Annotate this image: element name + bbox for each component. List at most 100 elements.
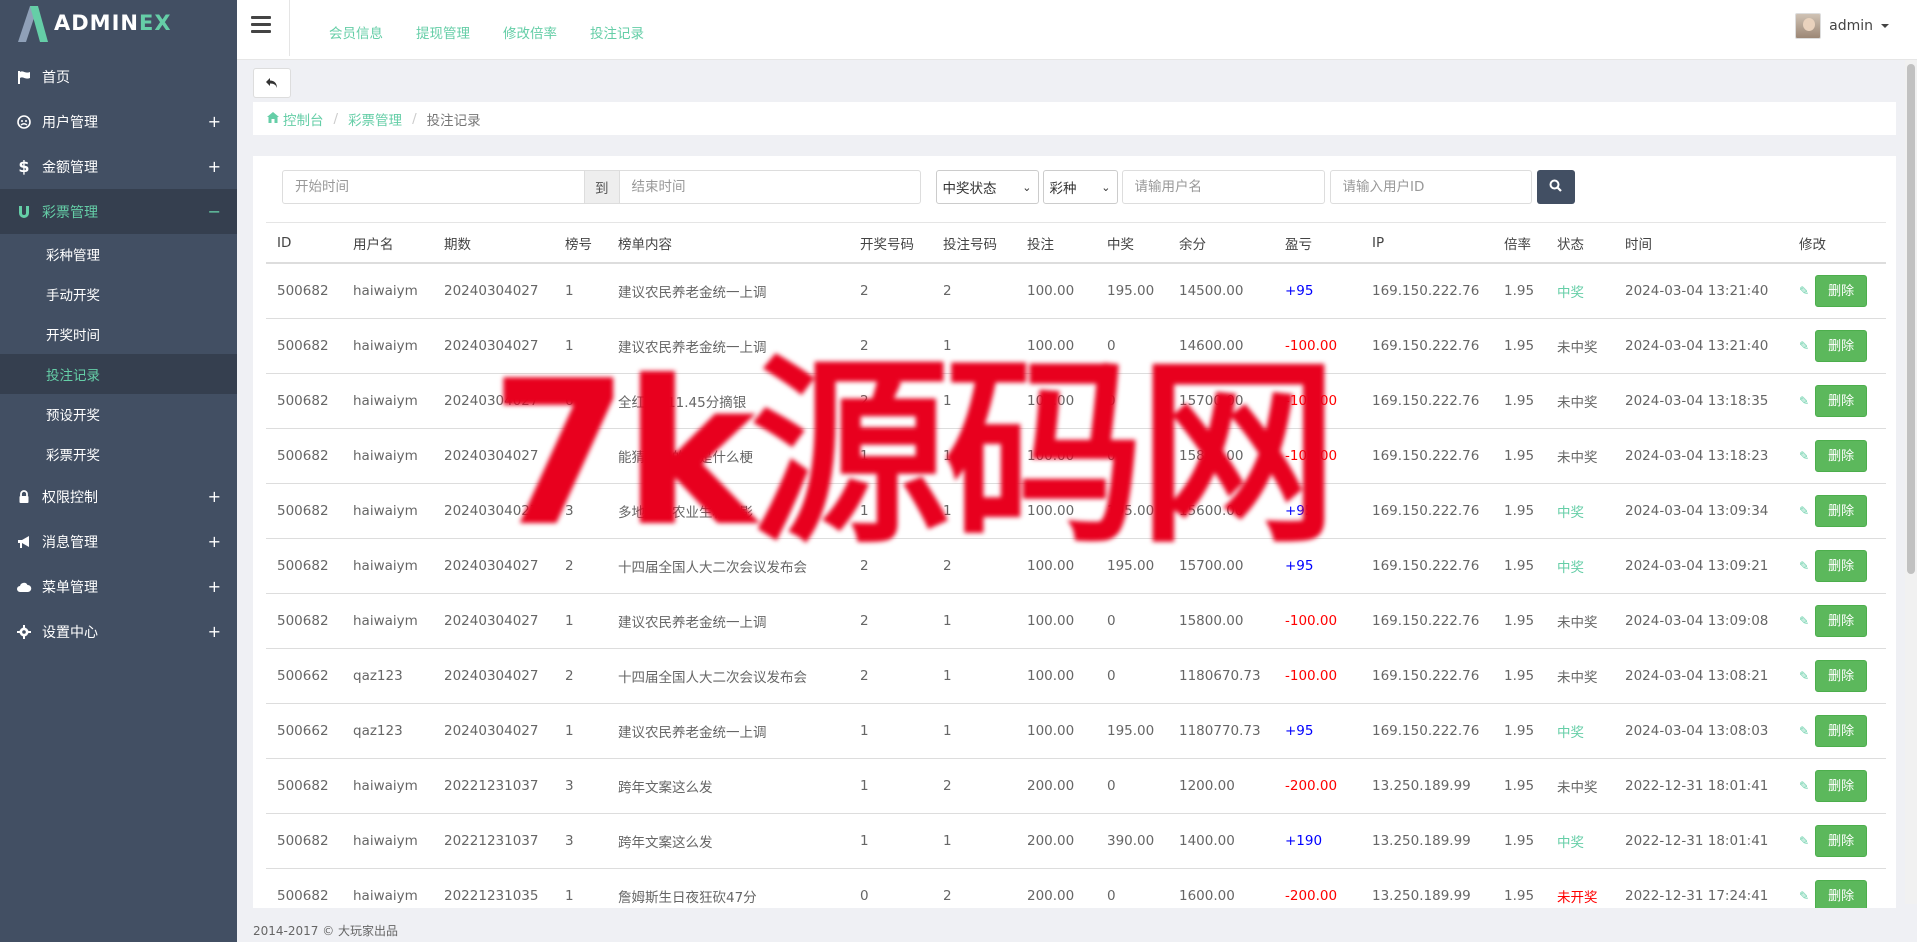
actions-cell: ✎ 删除 bbox=[1788, 428, 1886, 484]
user-menu[interactable]: admin bbox=[1795, 13, 1889, 39]
breadcrumb-parent[interactable]: 彩票管理 bbox=[348, 109, 402, 129]
sidebar-item-messages[interactable]: 消息管理 + bbox=[0, 519, 237, 564]
edit-icon[interactable]: ✎ bbox=[1799, 504, 1809, 518]
table-cell: 中奖 bbox=[1546, 263, 1614, 319]
table-cell: 1 bbox=[554, 868, 607, 908]
edit-icon[interactable]: ✎ bbox=[1799, 394, 1809, 408]
edit-icon[interactable]: ✎ bbox=[1799, 614, 1809, 628]
table-cell: 建议农民养老金统一上调 bbox=[607, 593, 849, 649]
column-header: 投注号码 bbox=[932, 223, 1016, 264]
user-name: admin bbox=[1829, 18, 1873, 34]
table-cell: 2 bbox=[849, 593, 932, 649]
table-row: 500682 haiwaiym 20240304027 3 多地出现农业生积极影 1 1 10… bbox=[266, 483, 1886, 539]
table-cell: qaz123 bbox=[342, 703, 433, 759]
sidebar-item-label: 菜单管理 bbox=[42, 579, 98, 596]
sidebar-subitem-draw-time[interactable]: 开奖时间 bbox=[0, 314, 237, 354]
logo[interactable]: ADMINEX bbox=[0, 0, 237, 46]
sidebar-subitem-lottery-types[interactable]: 彩种管理 bbox=[0, 234, 237, 274]
username-input[interactable] bbox=[1121, 170, 1325, 204]
edit-icon[interactable]: ✎ bbox=[1799, 284, 1809, 298]
edit-icon[interactable]: ✎ bbox=[1799, 669, 1809, 683]
win-status-select[interactable]: 中奖状态 ⌄ bbox=[935, 170, 1039, 204]
sidebar-item-permissions[interactable]: 权限控制 + bbox=[0, 474, 237, 519]
delete-button[interactable]: 删除 bbox=[1815, 494, 1868, 527]
footer: 2014-2017 © 大玩家出品 bbox=[253, 924, 399, 938]
table-cell: 跨年文案这么发 bbox=[607, 813, 849, 869]
sidebar-item-finance[interactable]: $ 金额管理 + bbox=[0, 144, 237, 189]
scrollbar-thumb[interactable] bbox=[1907, 64, 1915, 574]
sidebar-item-lottery[interactable]: 彩票管理 − bbox=[0, 189, 237, 234]
delete-button[interactable]: 删除 bbox=[1815, 384, 1868, 417]
table-cell: 0 bbox=[1096, 758, 1168, 814]
table-cell: 2 bbox=[554, 648, 607, 704]
edit-icon[interactable]: ✎ bbox=[1799, 449, 1809, 463]
delete-button[interactable]: 删除 bbox=[1815, 769, 1868, 802]
table-cell: 未中奖 bbox=[1546, 318, 1614, 374]
actions-cell: ✎ 删除 bbox=[1788, 373, 1886, 429]
table-row: 500682 haiwaiym 20221231037 3 跨年文案这么发 1 1 200.0… bbox=[266, 813, 1886, 869]
sidebar-subitem-preset-draw[interactable]: 预设开奖 bbox=[0, 394, 237, 434]
edit-icon[interactable]: ✎ bbox=[1799, 339, 1809, 353]
delete-button[interactable]: 删除 bbox=[1815, 549, 1868, 582]
table-cell: 500662 bbox=[266, 703, 342, 759]
column-header: 榜单内容 bbox=[607, 223, 849, 264]
search-button[interactable] bbox=[1536, 170, 1575, 204]
sidebar-subitem-bet-records[interactable]: 投注记录 bbox=[0, 354, 237, 394]
back-button[interactable] bbox=[253, 68, 291, 98]
topnav-withdraw[interactable]: 提现管理 bbox=[416, 22, 470, 42]
column-header: 用户名 bbox=[342, 223, 433, 264]
table-cell: 中奖 bbox=[1546, 703, 1614, 759]
breadcrumb-home[interactable]: 控制台 bbox=[283, 109, 324, 129]
edit-icon[interactable]: ✎ bbox=[1799, 559, 1809, 573]
actions-cell: ✎ 删除 bbox=[1788, 648, 1886, 704]
table-cell: haiwaiym bbox=[342, 373, 433, 429]
sidebar-item-menus[interactable]: 菜单管理 + bbox=[0, 564, 237, 609]
sidebar-item-users[interactable]: 用户管理 + bbox=[0, 99, 237, 144]
topnav-bet-records[interactable]: 投注记录 bbox=[590, 22, 644, 42]
userid-input[interactable] bbox=[1329, 170, 1532, 204]
delete-button[interactable]: 删除 bbox=[1815, 714, 1868, 747]
delete-button[interactable]: 删除 bbox=[1815, 879, 1868, 908]
table-cell: 13.250.189.99 bbox=[1361, 813, 1493, 869]
delete-button[interactable]: 删除 bbox=[1815, 274, 1868, 307]
table-cell: 500682 bbox=[266, 263, 342, 319]
edit-icon[interactable]: ✎ bbox=[1799, 779, 1809, 793]
sidebar-subitem-manual-draw[interactable]: 手动开奖 bbox=[0, 274, 237, 314]
table-cell: 中奖 bbox=[1546, 483, 1614, 539]
table-cell: 1.95 bbox=[1493, 703, 1546, 759]
hamburger-menu-icon[interactable] bbox=[251, 16, 271, 36]
delete-button[interactable]: 删除 bbox=[1815, 439, 1868, 472]
table-cell: 1.95 bbox=[1493, 483, 1546, 539]
edit-icon[interactable]: ✎ bbox=[1799, 889, 1809, 903]
sidebar-item-home[interactable]: 首页 bbox=[0, 54, 237, 99]
table-cell: 3 bbox=[554, 758, 607, 814]
edit-icon[interactable]: ✎ bbox=[1799, 724, 1809, 738]
table-cell: 1600.00 bbox=[1168, 868, 1274, 908]
logo-icon bbox=[16, 4, 50, 42]
delete-button[interactable]: 删除 bbox=[1815, 604, 1868, 637]
table-cell: 2 bbox=[849, 318, 932, 374]
table-cell: haiwaiym bbox=[342, 318, 433, 374]
table-cell: 1 bbox=[932, 373, 1016, 429]
table-cell: 中奖 bbox=[1546, 538, 1614, 594]
table-cell: 20240304027 bbox=[433, 538, 554, 594]
delete-button[interactable]: 删除 bbox=[1815, 659, 1868, 692]
table-cell: 100.00 bbox=[1016, 428, 1096, 484]
table-cell: 200.00 bbox=[1016, 868, 1096, 908]
delete-button[interactable]: 删除 bbox=[1815, 329, 1868, 362]
breadcrumb-current: 投注记录 bbox=[426, 112, 481, 129]
end-time-input[interactable] bbox=[618, 170, 921, 204]
delete-button[interactable]: 删除 bbox=[1815, 824, 1868, 857]
topnav-member-info[interactable]: 会员信息 bbox=[329, 22, 383, 42]
expand-icon: + bbox=[207, 532, 221, 551]
start-time-input[interactable] bbox=[282, 170, 585, 204]
lottery-type-select[interactable]: 彩种 ⌄ bbox=[1042, 170, 1118, 204]
table-cell: haiwaiym bbox=[342, 758, 433, 814]
topnav-odds[interactable]: 修改倍率 bbox=[503, 22, 557, 42]
sidebar-subitem-lottery-draw[interactable]: 彩票开奖 bbox=[0, 434, 237, 474]
sidebar-item-settings[interactable]: 设置中心 + bbox=[0, 609, 237, 654]
table-body: 500682 haiwaiym 20240304027 1 建议农民养老金统一上调 2 2 1… bbox=[266, 263, 1886, 908]
actions-cell: ✎ 删除 bbox=[1788, 758, 1886, 814]
table-cell: 100.00 bbox=[1016, 703, 1096, 759]
edit-icon[interactable]: ✎ bbox=[1799, 834, 1809, 848]
